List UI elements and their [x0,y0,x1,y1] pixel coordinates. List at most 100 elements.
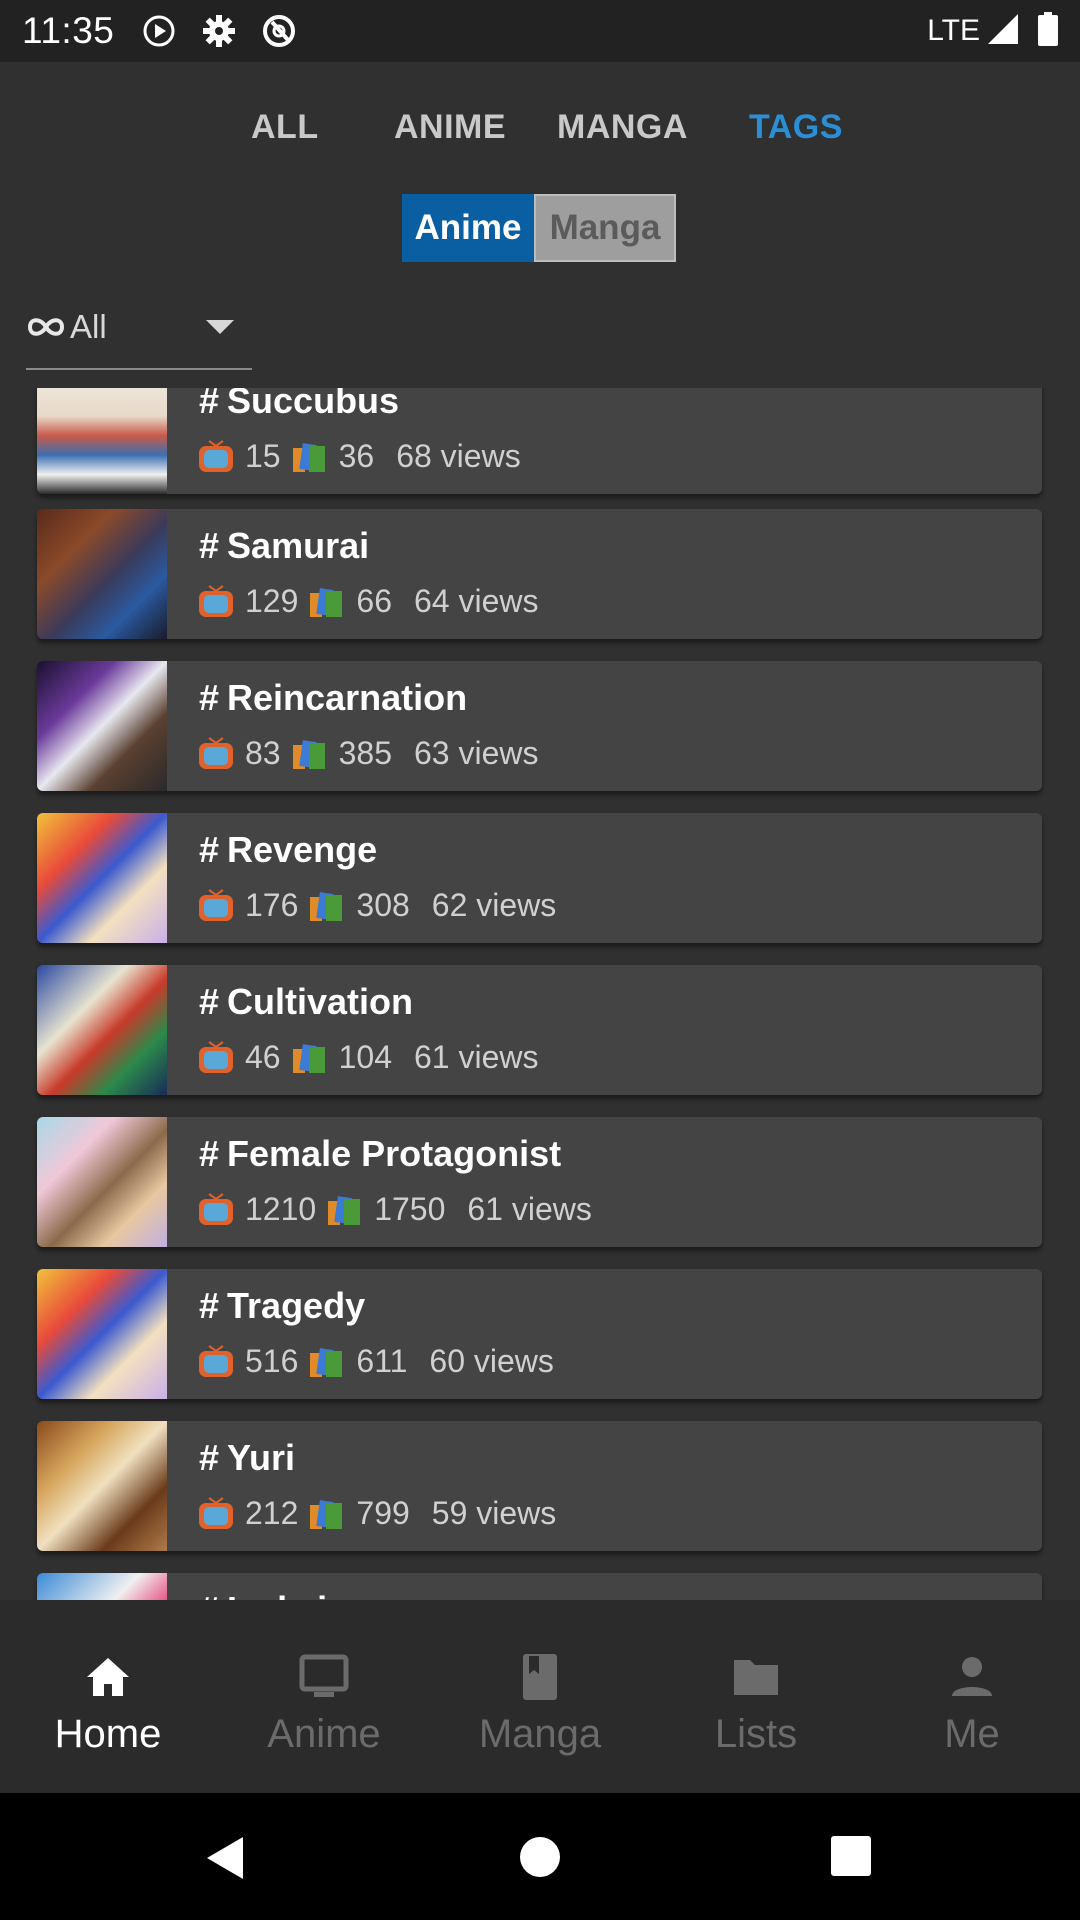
list-item[interactable]: # Isekai [37,1573,1042,1600]
manga-count: 36 [338,438,375,474]
tag-title: # Samurai [199,525,369,567]
tag-title: # Tragedy [199,1285,365,1327]
books-icon [292,442,325,472]
folder-icon [734,1660,778,1695]
signal-icon [986,12,1020,51]
tag-thumbnail [37,1573,167,1600]
list-item[interactable]: # Reincarnation 83 385 63 views [37,661,1042,791]
books-icon [310,1499,343,1529]
system-navigation-bar [0,1793,1080,1920]
list-item[interactable]: # Cultivation 46 104 61 views [37,965,1042,1095]
anime-count: 516 [245,1343,299,1379]
tag-thumbnail [37,388,167,494]
tab-all[interactable]: ALL [251,108,319,147]
tab-tags[interactable]: TAGS [749,108,843,147]
view-count: 64 views [413,583,539,619]
manga-count: 66 [356,583,392,619]
hash-icon: # [199,1437,220,1478]
books-icon [310,1347,343,1377]
nav-lists[interactable]: Lists [648,1600,864,1793]
top-tab-bar: ALL ANIME MANGA TAGS [0,62,1080,194]
filter-dropdown[interactable]: All [26,300,252,370]
recents-icon[interactable] [830,1835,872,1877]
anime-count: 83 [245,735,281,771]
view-count: 68 views [396,438,521,474]
filter-value: All [70,308,107,345]
anime-count: 15 [245,438,281,474]
list-item[interactable]: # Samurai 129 66 64 views [37,509,1042,639]
tag-title: # Female Protagonist [199,1133,561,1175]
tab-anime[interactable]: ANIME [394,108,506,147]
vpn-icon [260,12,298,50]
nav-label: Lists [714,1712,798,1756]
tab-manga[interactable]: MANGA [557,108,688,147]
tv-icon [199,736,233,769]
toggle-anime-button[interactable]: Anime [402,194,534,262]
manga-count: 308 [356,887,410,923]
media-type-toggle: Anime Manga [402,194,676,262]
tag-name: Samurai [227,525,370,566]
battery-icon [1038,11,1058,51]
home-circle-icon[interactable] [518,1835,562,1879]
anime-count: 129 [245,583,299,619]
list-item[interactable]: # Yuri 212 799 59 views [37,1421,1042,1551]
nav-anime[interactable]: Anime [216,1600,432,1793]
book-icon [523,1654,557,1700]
nav-label: Manga [478,1712,602,1756]
tv-icon [199,1344,233,1377]
books-icon [328,1195,361,1225]
back-icon[interactable] [203,1835,247,1881]
tag-thumbnail [37,1421,167,1551]
nav-label: Anime [267,1712,381,1756]
tag-thumbnail [37,965,167,1095]
bottom-navigation: Home Anime Manga Lists Me [0,1600,1080,1793]
nav-manga[interactable]: Manga [432,1600,648,1793]
tag-thumbnail [37,1117,167,1247]
hash-icon: # [199,525,220,566]
view-count: 60 views [429,1343,554,1379]
tag-thumbnail [37,1269,167,1399]
nav-me[interactable]: Me [864,1600,1080,1793]
view-count: 61 views [467,1191,592,1227]
hash-icon: # [199,1589,219,1600]
tag-name: Cultivation [227,981,414,1022]
hash-icon: # [199,1285,220,1326]
tag-title: # Yuri [199,1437,295,1479]
infinity-icon [26,314,66,345]
view-count: 61 views [413,1039,539,1075]
manga-count: 1750 [374,1191,446,1227]
manga-count: 385 [338,735,392,771]
nav-home[interactable]: Home [0,1600,216,1793]
tag-title: # Reincarnation [199,677,467,719]
list-item[interactable]: # Succubus 15 36 68 views [37,388,1042,494]
manga-count: 799 [356,1495,410,1531]
tag-name: Revenge [227,829,378,870]
tv-icon [199,1192,233,1225]
chevron-down-icon [206,320,234,334]
tag-title: # Succubus [199,388,399,422]
anime-count: 176 [245,887,299,923]
nav-label: Me [944,1712,1000,1756]
toggle-manga-button[interactable]: Manga [534,194,676,262]
view-count: 62 views [431,887,557,923]
list-item[interactable]: # Female Protagonist 1210 1750 61 views [37,1117,1042,1247]
tag-name: Isekai [227,1589,327,1600]
manga-count: 611 [356,1343,408,1379]
hash-icon: # [199,1133,220,1174]
play-icon [140,12,178,50]
list-item[interactable]: # Revenge 176 308 62 views [37,813,1042,943]
view-count: 59 views [431,1495,557,1531]
tv-icon [199,584,233,617]
nav-label: Home [54,1712,162,1756]
network-type: LTE [927,14,980,47]
home-icon [87,1658,129,1696]
tv-icon [199,1040,233,1073]
anime-count: 1210 [245,1191,317,1227]
status-time: 11:35 [22,10,115,51]
tag-name: Tragedy [227,1285,366,1326]
tag-thumbnail [37,813,167,943]
settings-icon [200,12,238,50]
list-item[interactable]: # Tragedy 516 611 60 views [37,1269,1042,1399]
tv-icon [199,439,233,472]
tag-list[interactable]: # Succubus 15 36 68 views # Samurai 129 66… [0,388,1080,1600]
